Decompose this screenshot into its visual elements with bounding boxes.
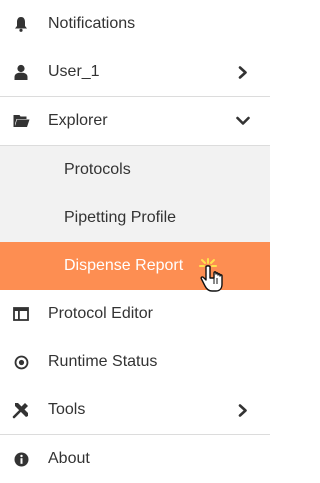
menu-item-label: Protocol Editor	[48, 305, 153, 322]
user-icon	[12, 63, 30, 81]
chevron-right-icon	[236, 65, 250, 79]
chevron-right-icon	[236, 403, 250, 417]
submenu-item-label: Dispense Report	[64, 257, 184, 274]
bell-icon	[12, 15, 30, 33]
menu-item-label: User_1	[48, 63, 100, 80]
submenu-item-protocols[interactable]: Protocols	[0, 146, 270, 194]
editor-panel-icon	[12, 305, 30, 323]
menu-item-user[interactable]: User_1	[0, 48, 270, 96]
runtime-status-icon	[12, 353, 30, 371]
menu-item-label: About	[48, 450, 90, 467]
menu-item-protocol-editor[interactable]: Protocol Editor	[0, 290, 270, 338]
menu-item-about[interactable]: About	[0, 435, 270, 483]
submenu-item-pipetting-profile[interactable]: Pipetting Profile	[0, 194, 270, 242]
tools-icon	[12, 401, 30, 419]
menu-item-runtime-status[interactable]: Runtime Status	[0, 338, 270, 386]
menu-item-label: Explorer	[48, 112, 108, 129]
submenu-item-label: Protocols	[64, 161, 131, 178]
menu-item-tools[interactable]: Tools	[0, 386, 270, 434]
side-menu: Notifications User_1 Explorer Protocols …	[0, 0, 270, 483]
menu-item-label: Runtime Status	[48, 353, 158, 370]
submenu-item-label: Pipetting Profile	[64, 209, 177, 226]
menu-item-label: Notifications	[48, 15, 136, 32]
hand-pointer-cursor-icon	[195, 256, 231, 296]
menu-item-explorer[interactable]: Explorer	[0, 97, 270, 145]
info-icon	[12, 450, 30, 468]
folder-open-icon	[12, 112, 30, 130]
chevron-down-icon	[236, 114, 250, 128]
menu-item-label: Tools	[48, 401, 86, 418]
menu-item-notifications[interactable]: Notifications	[0, 0, 270, 48]
